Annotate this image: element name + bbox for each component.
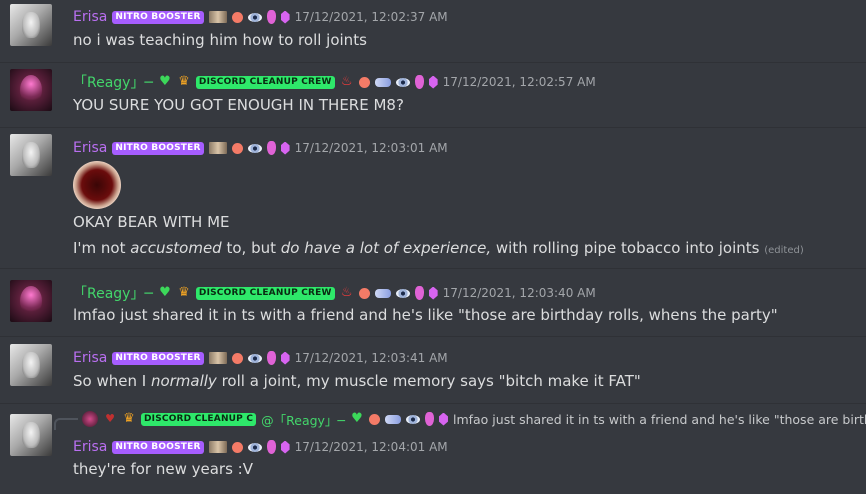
custom-emoji-image[interactable] xyxy=(73,161,121,209)
role-badge[interactable]: NITRO BOOSTER xyxy=(112,10,204,24)
eye-icon xyxy=(405,414,420,424)
message: ♥ ♛ DISCORD CLEANUP C @「Reagy」─ ♥ lmfao … xyxy=(0,410,866,494)
username[interactable]: Erisa xyxy=(73,350,107,366)
gem-icon[interactable] xyxy=(280,10,290,24)
cat-icon[interactable] xyxy=(208,441,227,453)
message: Erisa NITRO BOOSTER 17/12/2021, 12:03:01… xyxy=(0,130,866,265)
message: Erisa NITRO BOOSTER 17/12/2021, 12:03:41… xyxy=(0,338,866,400)
avatar[interactable] xyxy=(10,414,52,456)
timestamp[interactable]: 17/12/2021, 12:03:40 AM xyxy=(443,286,596,300)
message-text: I'm not accustomed to, but do have a lot… xyxy=(73,239,804,257)
red-circle-icon[interactable] xyxy=(358,76,370,88)
divider xyxy=(0,403,866,404)
avatar[interactable] xyxy=(10,69,52,111)
username[interactable]: Erisa xyxy=(73,140,107,156)
timestamp[interactable]: 17/12/2021, 12:03:41 AM xyxy=(295,351,448,365)
divider xyxy=(0,62,866,63)
red-circle-icon[interactable] xyxy=(231,142,243,154)
timestamp[interactable]: 17/12/2021, 12:02:37 AM xyxy=(295,10,448,24)
timestamp[interactable]: 17/12/2021, 12:04:01 AM xyxy=(295,440,448,454)
cat-icon[interactable] xyxy=(208,11,227,23)
reply-connector xyxy=(54,418,78,430)
role-badge[interactable]: NITRO BOOSTER xyxy=(112,141,204,155)
hypesquad-icon[interactable] xyxy=(414,286,424,300)
hypesquad-icon[interactable] xyxy=(266,141,276,155)
hypesquad-icon[interactable] xyxy=(414,75,424,89)
crown-icon[interactable]: ♛ xyxy=(177,75,191,89)
hypesquad-icon[interactable] xyxy=(266,10,276,24)
red-circle-icon[interactable] xyxy=(231,441,243,453)
hypesquad-icon[interactable] xyxy=(266,351,276,365)
timestamp[interactable]: 17/12/2021, 12:03:01 AM xyxy=(295,141,448,155)
green-heart-icon: ♥ xyxy=(105,412,115,425)
car-icon[interactable] xyxy=(374,77,391,87)
fire-icon[interactable]: ♨ xyxy=(340,286,354,300)
crown-icon[interactable]: ♛ xyxy=(177,286,191,300)
green-heart-icon[interactable]: ♥ xyxy=(158,75,172,89)
message-text: no i was teaching him how to roll joints xyxy=(73,31,367,49)
eye-icon[interactable] xyxy=(247,353,262,363)
username[interactable]: 「Reagy」─ xyxy=(73,72,153,92)
message-text: they're for new years :V xyxy=(73,460,253,478)
username[interactable]: 「Reagy」─ xyxy=(73,283,153,303)
message-text: So when I normally roll a joint, my musc… xyxy=(73,372,641,390)
message-text: OKAY BEAR WITH ME xyxy=(73,213,230,231)
role-badge: DISCORD CLEANUP C xyxy=(141,412,257,426)
red-circle-icon xyxy=(368,413,380,425)
username[interactable]: Erisa xyxy=(73,439,107,455)
reply-mention[interactable]: @「Reagy」─ xyxy=(261,410,345,429)
gem-icon[interactable] xyxy=(428,286,438,300)
eye-icon[interactable] xyxy=(395,288,410,298)
timestamp[interactable]: 17/12/2021, 12:02:57 AM xyxy=(443,75,596,89)
gem-icon xyxy=(438,412,448,426)
role-badge[interactable]: DISCORD CLEANUP CREW xyxy=(195,75,335,89)
divider xyxy=(0,336,866,337)
divider xyxy=(0,268,866,269)
red-circle-icon[interactable] xyxy=(231,11,243,23)
gem-icon[interactable] xyxy=(280,141,290,155)
hypesquad-icon xyxy=(424,412,434,426)
red-circle-icon[interactable] xyxy=(358,287,370,299)
role-badge[interactable]: NITRO BOOSTER xyxy=(112,440,204,454)
avatar[interactable] xyxy=(10,344,52,386)
reply-avatar[interactable] xyxy=(82,411,98,427)
gem-icon[interactable] xyxy=(280,351,290,365)
avatar[interactable] xyxy=(10,4,52,46)
divider xyxy=(0,127,866,128)
message: 「Reagy」─ ♥ ♛ DISCORD CLEANUP CREW ♨ 17/1… xyxy=(0,271,866,331)
gem-icon[interactable] xyxy=(280,440,290,454)
green-heart-icon: ♥ xyxy=(351,411,363,426)
cat-icon[interactable] xyxy=(208,142,227,154)
car-icon[interactable] xyxy=(374,288,391,298)
message-text: YOU SURE YOU GOT ENOUGH IN THERE M8? xyxy=(73,96,404,114)
message: Erisa NITRO BOOSTER 17/12/2021, 12:02:37… xyxy=(0,0,866,58)
reply-preview[interactable]: ♥ ♛ DISCORD CLEANUP C @「Reagy」─ ♥ lmfao … xyxy=(82,410,866,428)
avatar[interactable] xyxy=(10,134,52,176)
edited-label: (edited) xyxy=(764,245,804,256)
role-badge[interactable]: NITRO BOOSTER xyxy=(112,351,204,365)
red-circle-icon[interactable] xyxy=(231,352,243,364)
car-icon xyxy=(384,414,401,424)
reply-text[interactable]: lmfao just shared it in ts with a friend… xyxy=(453,412,866,427)
eye-icon[interactable] xyxy=(247,442,262,452)
fire-icon[interactable]: ♨ xyxy=(340,75,354,89)
username[interactable]: Erisa xyxy=(73,9,107,25)
hypesquad-icon[interactable] xyxy=(266,440,276,454)
eye-icon[interactable] xyxy=(395,77,410,87)
message-text: lmfao just shared it in ts with a friend… xyxy=(73,306,778,324)
message: 「Reagy」─ ♥ ♛ DISCORD CLEANUP CREW ♨ 17/1… xyxy=(0,64,866,124)
role-badge[interactable]: DISCORD CLEANUP CREW xyxy=(195,286,335,300)
cat-icon[interactable] xyxy=(208,352,227,364)
eye-icon[interactable] xyxy=(247,12,262,22)
gem-icon[interactable] xyxy=(428,75,438,89)
avatar[interactable] xyxy=(10,280,52,322)
eye-icon[interactable] xyxy=(247,143,262,153)
crown-icon: ♛ xyxy=(123,411,135,426)
green-heart-icon[interactable]: ♥ xyxy=(158,286,172,300)
